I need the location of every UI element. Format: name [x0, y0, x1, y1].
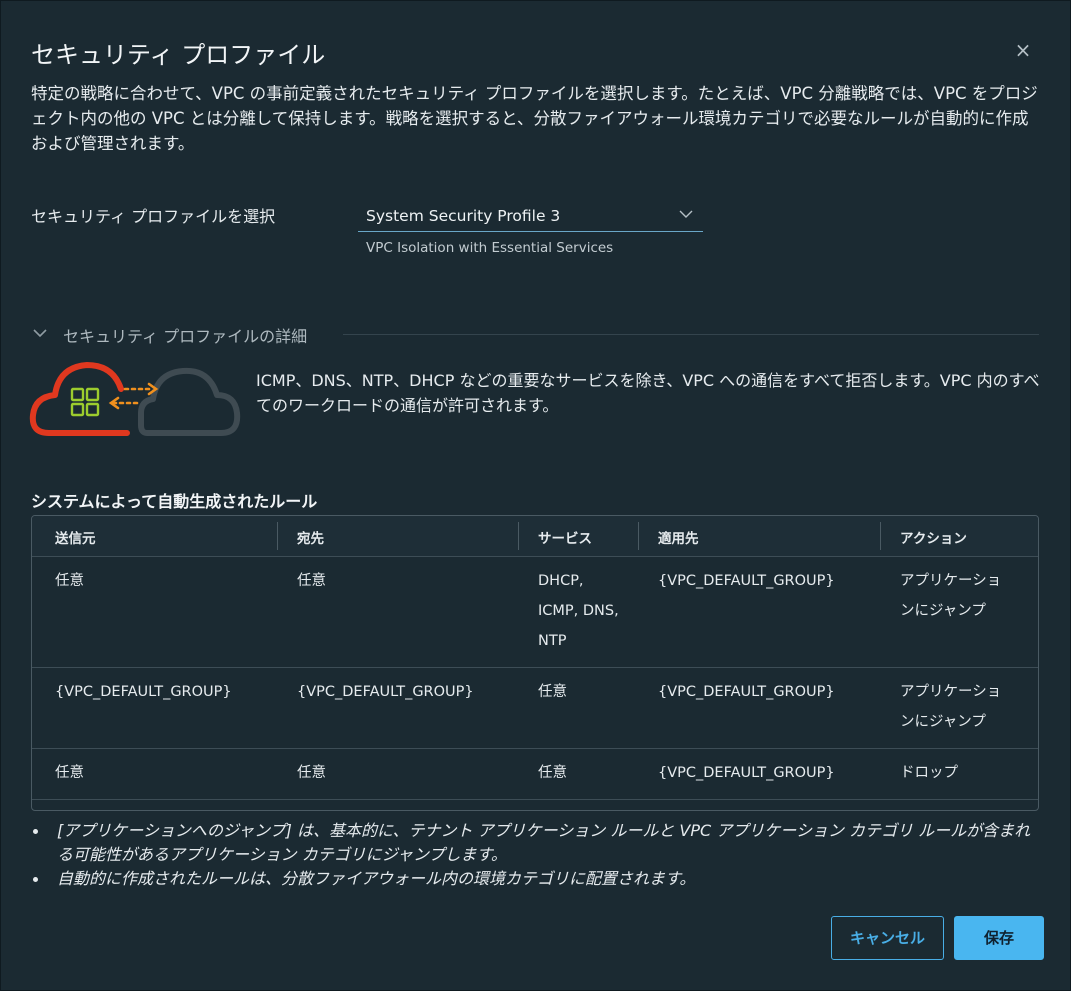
notes-list: [アプリケーションへのジャンプ] は、基本的に、テナント アプリケーション ルー…	[31, 819, 1041, 891]
cell-applied-to: {VPC_DEFAULT_GROUP}	[658, 573, 835, 589]
section-divider	[343, 334, 1039, 335]
column-divider[interactable]	[638, 522, 639, 550]
rules-heading: システムによって自動生成されたルール	[31, 492, 318, 511]
cell-destination: {VPC_DEFAULT_GROUP}	[297, 684, 474, 700]
cell-destination: 任意	[297, 573, 326, 589]
details-section-title: セキュリティ プロファイルの詳細	[63, 327, 308, 346]
cell-service-line: DHCP,	[538, 573, 584, 589]
cell-action: アプリケーショ ンにジャンプ	[900, 566, 1001, 626]
cell-destination: 任意	[297, 765, 326, 781]
profile-select-value[interactable]: System Security Profile 3	[366, 207, 560, 225]
save-button[interactable]: 保存	[954, 916, 1044, 960]
dialog-title: セキュリティ プロファイル	[31, 41, 326, 69]
cell-service-line: NTP	[538, 633, 567, 649]
cell-source: 任意	[55, 573, 84, 589]
cell-source: {VPC_DEFAULT_GROUP}	[55, 684, 232, 700]
cell-service-line: 任意	[538, 684, 567, 700]
dialog-description: 特定の戦略に合わせて、VPC の事前定義されたセキュリティ プロファイルを選択し…	[31, 84, 1038, 153]
column-header-source[interactable]: 送信元	[55, 527, 96, 547]
profile-select-label: セキュリティ プロファイルを選択	[31, 207, 276, 226]
column-header-service[interactable]: サービス	[538, 527, 592, 547]
profile-select-helper: VPC Isolation with Essential Services	[366, 240, 614, 256]
cell-action: アプリケーショ ンにジャンプ	[900, 677, 1001, 737]
table-row: 任意 任意 DHCP, ICMP, DNS, NTP {VPC_DEFAULT_…	[32, 557, 1038, 668]
column-header-destination[interactable]: 宛先	[297, 527, 324, 547]
cell-service: DHCP, ICMP, DNS, NTP	[538, 566, 619, 656]
column-header-applied-to[interactable]: 適用先	[658, 527, 699, 547]
security-profile-dialog: セキュリティ プロファイル × 特定の戦略に合わせて、VPC の事前定義されたセ…	[0, 0, 1071, 991]
cell-applied-to: {VPC_DEFAULT_GROUP}	[658, 684, 835, 700]
table-row: {VPC_DEFAULT_GROUP} {VPC_DEFAULT_GROUP} …	[32, 668, 1038, 749]
cell-action-line: ンにジャンプ	[900, 603, 986, 619]
cell-action: ドロップ	[900, 758, 958, 788]
column-header-action[interactable]: アクション	[900, 527, 967, 547]
column-divider[interactable]	[518, 522, 519, 550]
cell-action-line: アプリケーショ	[900, 573, 1002, 589]
column-divider[interactable]	[880, 522, 881, 550]
chevron-down-icon[interactable]	[33, 326, 47, 340]
cell-action-line: ンにジャンプ	[900, 714, 986, 730]
cell-service-line: 任意	[538, 765, 567, 781]
vpc-isolation-cloud-icon	[29, 362, 241, 436]
column-divider[interactable]	[277, 522, 278, 550]
table-row: 任意 任意 任意 {VPC_DEFAULT_GROUP} ドロップ	[32, 749, 1038, 800]
note-item: [アプリケーションへのジャンプ] は、基本的に、テナント アプリケーション ルー…	[31, 819, 1041, 867]
profile-description: ICMP、DNS、NTP、DHCP などの重要なサービスを除き、VPC への通信…	[256, 371, 1040, 415]
cell-service-line: ICMP, DNS,	[538, 603, 619, 619]
cell-service: 任意	[538, 758, 567, 788]
table-header: 送信元 宛先 サービス 適用先 アクション	[32, 516, 1038, 557]
details-section-toggle[interactable]: セキュリティ プロファイルの詳細	[31, 321, 1039, 347]
close-icon[interactable]: ×	[1014, 40, 1032, 60]
rules-table: 送信元 宛先 サービス 適用先 アクション 任意 任意 DHCP, ICMP, …	[31, 515, 1039, 811]
cell-action-line: アプリケーショ	[900, 684, 1002, 700]
profile-select[interactable]: System Security Profile 3	[358, 201, 703, 232]
cell-applied-to: {VPC_DEFAULT_GROUP}	[658, 765, 835, 781]
cell-source: 任意	[55, 765, 84, 781]
cell-service: 任意	[538, 677, 567, 707]
cell-action-line: ドロップ	[900, 765, 958, 781]
note-item: 自動的に作成されたルールは、分散ファイアウォール内の環境カテゴリに配置されます。	[31, 867, 1041, 891]
chevron-down-icon[interactable]	[679, 207, 693, 221]
cancel-button[interactable]: キャンセル	[831, 916, 944, 960]
